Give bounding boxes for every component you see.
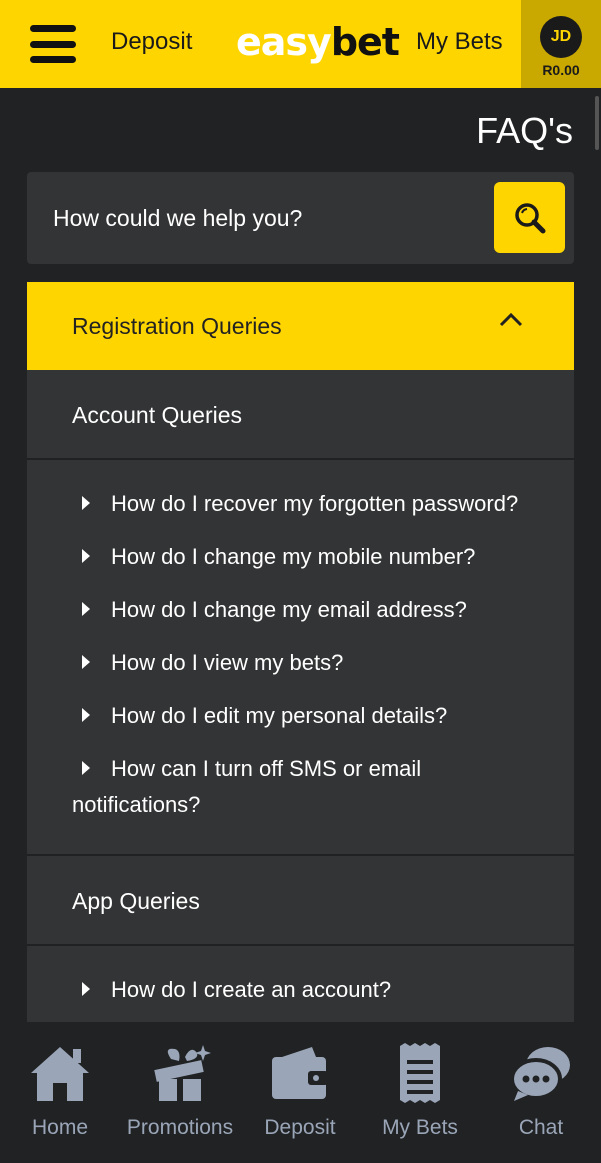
search-input[interactable] bbox=[53, 198, 483, 238]
nav-promotions[interactable]: Promotions bbox=[120, 1022, 240, 1163]
nav-label: Deposit bbox=[264, 1116, 336, 1139]
question-item[interactable]: How do I change my mobile number? bbox=[27, 539, 574, 575]
search-button[interactable] bbox=[494, 182, 565, 253]
category-account-queries[interactable]: Account Queries bbox=[27, 370, 574, 460]
question-text: How do I change my email address? bbox=[111, 597, 467, 622]
nav-home[interactable]: Home bbox=[0, 1022, 120, 1163]
scrollbar[interactable] bbox=[595, 96, 599, 150]
balance-amount: R0.00 bbox=[542, 62, 580, 78]
question-text: How can I turn off SMS or email notifica… bbox=[72, 756, 422, 817]
nav-mybets[interactable]: My Bets bbox=[360, 1022, 480, 1163]
account-button[interactable]: JD R0.00 bbox=[521, 0, 601, 88]
nav-chat[interactable]: Chat bbox=[481, 1022, 601, 1163]
caret-right-icon bbox=[82, 496, 90, 511]
category-label: Account Queries bbox=[72, 402, 243, 428]
nav-label: Promotions bbox=[126, 1116, 234, 1139]
category-label: Registration Queries bbox=[72, 313, 282, 339]
caret-right-icon bbox=[82, 708, 90, 723]
nav-deposit[interactable]: Deposit bbox=[240, 1022, 360, 1163]
question-item[interactable]: How do I change my email address? bbox=[27, 592, 574, 628]
receipt-icon bbox=[400, 1043, 440, 1103]
question-text: How do I edit my personal details? bbox=[111, 703, 448, 728]
category-app-queries[interactable]: App Queries bbox=[27, 856, 574, 946]
header-deposit-link[interactable]: Deposit bbox=[111, 28, 192, 56]
question-text: How do I view my bets? bbox=[111, 650, 344, 675]
category-registration-queries[interactable]: Registration Queries bbox=[27, 282, 574, 370]
search-icon bbox=[514, 202, 545, 233]
question-item[interactable]: How can I turn off SMS or email notifica… bbox=[27, 751, 574, 823]
question-text: How do I create an account? bbox=[111, 977, 392, 1002]
nav-label: Chat bbox=[518, 1116, 564, 1139]
header-mybets-link[interactable]: My Bets bbox=[416, 28, 503, 56]
question-text: How do I recover my forgotten password? bbox=[111, 491, 519, 516]
caret-right-icon bbox=[82, 982, 90, 997]
page-title: FAQ's bbox=[476, 110, 573, 151]
easybet-logo[interactable]: easybet bbox=[236, 20, 400, 64]
caret-right-icon bbox=[82, 761, 90, 776]
home-icon bbox=[31, 1047, 89, 1101]
question-item[interactable]: How do I edit my personal details? bbox=[27, 698, 574, 734]
chat-icon bbox=[510, 1047, 570, 1101]
logo-easy: easy bbox=[236, 20, 332, 64]
caret-right-icon bbox=[82, 549, 90, 564]
avatar: JD bbox=[540, 16, 582, 58]
gift-icon bbox=[154, 1045, 211, 1101]
category-label: App Queries bbox=[72, 888, 200, 914]
question-item[interactable]: How do I create an account? bbox=[27, 972, 574, 1008]
caret-right-icon bbox=[82, 655, 90, 670]
app-header: Deposit easybet My Bets JD R0.00 bbox=[0, 0, 601, 88]
bottom-nav: Home Promotions Deposit My Bets Chat bbox=[0, 1022, 601, 1163]
menu-icon[interactable] bbox=[30, 25, 76, 63]
faq-search bbox=[27, 172, 574, 264]
nav-label: Home bbox=[31, 1116, 89, 1139]
chevron-up-icon bbox=[499, 312, 523, 327]
caret-right-icon bbox=[82, 602, 90, 617]
wallet-icon bbox=[272, 1047, 328, 1099]
question-item[interactable]: How do I recover my forgotten password? bbox=[27, 486, 574, 522]
question-text: How do I change my mobile number? bbox=[111, 544, 476, 569]
nav-label: My Bets bbox=[382, 1116, 458, 1139]
logo-bet: bet bbox=[330, 20, 400, 64]
faq-accordion: Registration Queries Account Queries How… bbox=[27, 282, 574, 1041]
question-list: How do I recover my forgotten password? … bbox=[27, 460, 574, 856]
question-item[interactable]: How do I view my bets? bbox=[27, 645, 574, 681]
